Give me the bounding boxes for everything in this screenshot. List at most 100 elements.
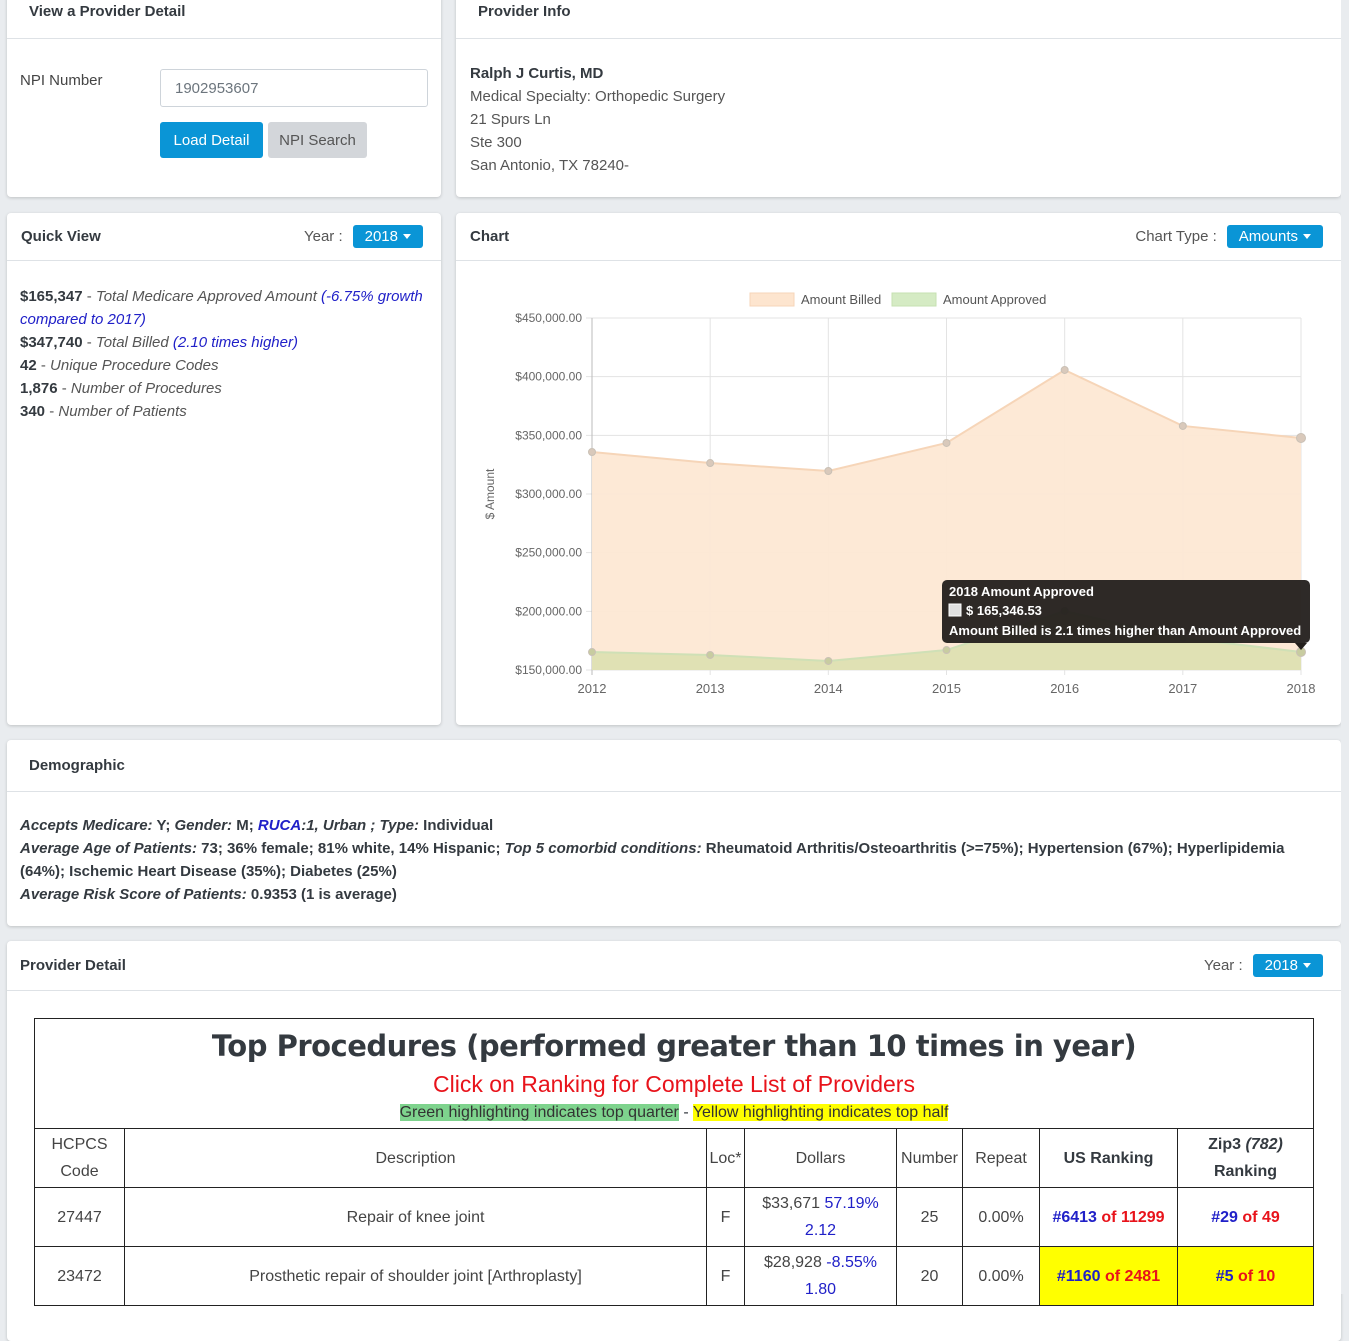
stat-sep: -	[45, 403, 59, 420]
col-us-ranking: US Ranking	[1039, 1128, 1178, 1188]
chart-type-dropdown[interactable]: Amounts	[1226, 225, 1323, 248]
view-provider-title: View a Provider Detail	[29, 3, 186, 20]
stat-label: Number of Procedures	[70, 380, 222, 397]
provider-info-body: Ralph J Curtis, MD Medical Specialty: Or…	[470, 62, 725, 177]
ruca-link[interactable]: RUCA	[258, 817, 301, 834]
zip-of[interactable]: of 10	[1238, 1268, 1275, 1285]
provider-detail-title: Provider Detail	[20, 957, 126, 974]
col-description: Description	[124, 1128, 707, 1188]
view-provider-card: View a Provider Detail NPI Number Load D…	[7, 0, 441, 197]
data-point	[706, 650, 715, 659]
cell-loc: F	[706, 1246, 745, 1306]
npi-search-button[interactable]: NPI Search	[268, 122, 367, 158]
highlight-legend: Green highlighting indicates top quarter…	[35, 1104, 1313, 1128]
dollars-text: $28,928	[764, 1254, 822, 1271]
data-point	[588, 648, 596, 657]
us-of[interactable]: of 11299	[1101, 1209, 1164, 1226]
load-detail-button[interactable]: Load Detail	[160, 122, 263, 158]
loc-text: F	[720, 1267, 731, 1285]
number-text: 20	[920, 1267, 939, 1285]
demo-field-label: Average Risk Score of Patients:	[20, 886, 247, 903]
caret-down-icon	[1303, 963, 1311, 968]
description-text: Prosthetic repair of shoulder joint [Art…	[249, 1267, 582, 1285]
cell-number: 20	[896, 1246, 963, 1306]
zip3-suffix: Ranking	[1213, 1163, 1278, 1180]
provider-detail-year-dropdown[interactable]: 2018	[1252, 954, 1323, 977]
x-tick-label: 2014	[814, 681, 843, 696]
stat-item: 1,876 - Number of Procedures	[20, 377, 431, 400]
stat-sep: -	[82, 334, 96, 351]
zip3-code: (782)	[1245, 1136, 1283, 1153]
y-tick-label: $300,000.00	[515, 487, 582, 501]
top-procedures-box: Top Procedures (performed greater than 1…	[34, 1018, 1314, 1306]
tooltip-title: 2018 Amount Approved	[949, 584, 1094, 599]
legend-green: Green highlighting indicates top quarter	[399, 1104, 679, 1121]
stat-item: $347,740 - Total Billed (2.10 times high…	[20, 331, 431, 354]
description-text: Repair of knee joint	[346, 1208, 485, 1226]
data-point	[1178, 421, 1187, 430]
data-point	[1060, 365, 1069, 374]
demo-field-label: Top 5 comorbid conditions:	[504, 840, 702, 857]
stat-label: Unique Procedure Codes	[50, 357, 219, 374]
stat-value: 340	[20, 403, 46, 420]
growth-text: -8.55%	[826, 1254, 877, 1271]
demographic-line-patients: Average Age of Patients: 73; 36% female;…	[20, 837, 1311, 883]
col-zip3-ranking: Zip3 (782) Ranking	[1177, 1128, 1314, 1188]
cell-repeat: 0.00%	[962, 1187, 1040, 1247]
y-tick-label: $450,000.00	[515, 311, 582, 325]
amounts-chart[interactable]: $150,000.00 $200,000.00 $250,000.00 $300,00…	[456, 261, 1341, 721]
demo-field-label: Accepts Medicare:	[20, 817, 153, 834]
page-scrollbar-track[interactable]	[1341, 0, 1349, 1294]
stat-value: $165,347	[20, 288, 83, 305]
x-tick-label: 2018	[1287, 681, 1316, 696]
provider-name: Ralph J Curtis, MD	[470, 65, 604, 82]
chart-title: Chart	[470, 228, 510, 245]
cell-number: 25	[896, 1187, 963, 1247]
demo-field-label: Type:	[379, 817, 419, 834]
loc-text: F	[720, 1208, 731, 1226]
quick-view-year-dropdown[interactable]: 2018	[352, 225, 423, 248]
cell-description: Prosthetic repair of shoulder joint [Art…	[124, 1246, 707, 1306]
npi-number-input[interactable]	[160, 69, 428, 107]
top-procedures-title: Top Procedures (performed greater than 1…	[211, 1029, 1137, 1063]
provider-specialty: Medical Specialty: Orthopedic Surgery	[470, 88, 726, 105]
cell-code: 23472	[34, 1246, 125, 1306]
x-tick-label: 2012	[578, 681, 607, 696]
us-rank[interactable]: #6413	[1052, 1209, 1097, 1226]
x-tick-label: 2016	[1050, 681, 1079, 696]
zip-rank[interactable]: #29	[1211, 1209, 1238, 1226]
tooltip-footer: Amount Billed is 2.1 times higher than A…	[949, 623, 1301, 638]
data-point	[706, 459, 715, 468]
stat-value: $347,740	[20, 334, 83, 351]
legend-swatch	[749, 292, 795, 307]
table-row: 23472 Prosthetic repair of shoulder joint…	[34, 1246, 1314, 1306]
us-of[interactable]: of 2481	[1105, 1268, 1160, 1285]
chart-type-label: Chart Type :	[1135, 228, 1217, 245]
col-loc: Loc*	[706, 1128, 745, 1188]
top-procedures-subtitle: Click on Ranking for Complete List of Pr…	[433, 1071, 915, 1097]
col-code: HCPCS Code	[34, 1128, 125, 1188]
cell-zip3-ranking[interactable]: #29 of 49	[1177, 1187, 1314, 1247]
tooltip-swatch	[948, 603, 962, 617]
provider-info-header: Provider Info	[456, 0, 1341, 39]
zip-rank[interactable]: #5	[1216, 1268, 1234, 1285]
cell-us-ranking[interactable]: #1160 of 2481	[1039, 1246, 1178, 1306]
view-provider-header: View a Provider Detail	[7, 0, 441, 39]
col-number: Number	[896, 1128, 963, 1188]
cell-zip3-ranking[interactable]: #5 of 10	[1177, 1246, 1314, 1306]
zip-of[interactable]: of 49	[1242, 1209, 1279, 1226]
demo-field-label: Gender:	[174, 817, 233, 834]
us-rank[interactable]: #1160	[1057, 1268, 1101, 1285]
npi-number-label: NPI Number	[20, 72, 103, 89]
provider-address-line1: 21 Spurs Ln	[470, 111, 551, 128]
stat-label: Total Billed	[95, 334, 169, 351]
year-label: Year :	[1203, 957, 1243, 974]
quick-view-title: Quick View	[21, 228, 101, 245]
stat-item: 42 - Unique Procedure Codes	[20, 354, 431, 377]
caret-down-icon	[1303, 234, 1311, 239]
cell-us-ranking[interactable]: #6413 of 11299	[1039, 1187, 1178, 1247]
demo-field-value: Individual	[419, 817, 494, 834]
demographic-line-medicare: Accepts Medicare: Y; Gender: M; RUCA:1, …	[20, 814, 1311, 837]
dollars-text: $33,671	[762, 1195, 821, 1212]
demographic-title: Demographic	[29, 757, 125, 774]
